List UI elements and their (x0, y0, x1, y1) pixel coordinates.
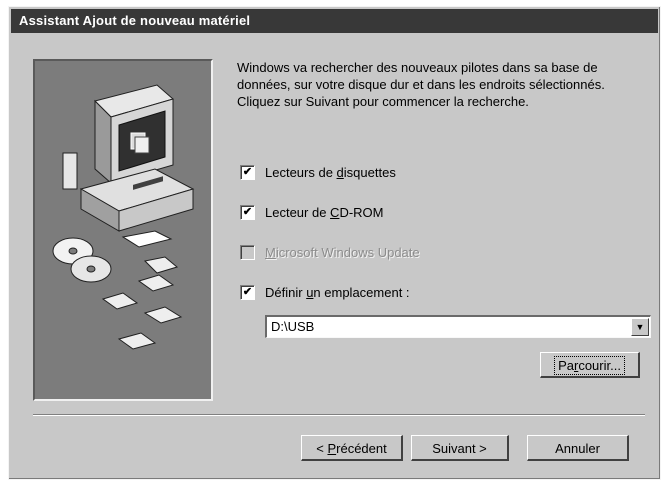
option-specify-location[interactable]: ✔ Définir un emplacement : (240, 283, 410, 301)
option-windows-update: Microsoft Windows Update (240, 243, 420, 261)
location-checkbox[interactable]: ✔ (240, 284, 255, 300)
wizard-window: Assistant Ajout de nouveau matériel Wind… (8, 6, 661, 480)
next-button[interactable]: Suivant > (411, 435, 509, 461)
floppy-disks-icon (101, 256, 183, 350)
floppy-label: Lecteurs de disquettes (265, 164, 396, 180)
floppy-checkbox[interactable]: ✔ (240, 164, 255, 180)
cdrom-checkbox[interactable]: ✔ (240, 204, 255, 220)
back-button[interactable]: < Précédent (301, 435, 403, 461)
option-floppy-drives[interactable]: ✔ Lecteurs de disquettes (240, 163, 396, 181)
button-separator (33, 414, 645, 416)
cancel-button[interactable]: Annuler (527, 435, 629, 461)
intro-text: Windows va rechercher des nouveaux pilot… (237, 60, 605, 109)
cdrom-label: Lecteur de CD-ROM (265, 204, 384, 220)
cd-disks-icon (52, 237, 112, 283)
window-title: Assistant Ajout de nouveau matériel (19, 13, 251, 28)
windows-update-label: Microsoft Windows Update (265, 244, 420, 260)
dropdown-arrow-icon[interactable]: ▼ (631, 318, 649, 336)
computer-disks-illustration (52, 84, 195, 350)
wizard-illustration-panel (33, 59, 213, 401)
windows-update-checkbox (240, 244, 255, 260)
location-value[interactable]: D:\USB (271, 319, 314, 334)
location-label: Définir un emplacement : (265, 284, 410, 300)
option-cdrom-drive[interactable]: ✔ Lecteur de CD-ROM (240, 203, 383, 221)
title-bar: Assistant Ajout de nouveau matériel (11, 9, 658, 33)
location-combobox[interactable]: D:\USB ▼ (265, 315, 651, 338)
computer-icon (62, 84, 195, 248)
browse-button[interactable]: Parcourir... (540, 352, 640, 378)
